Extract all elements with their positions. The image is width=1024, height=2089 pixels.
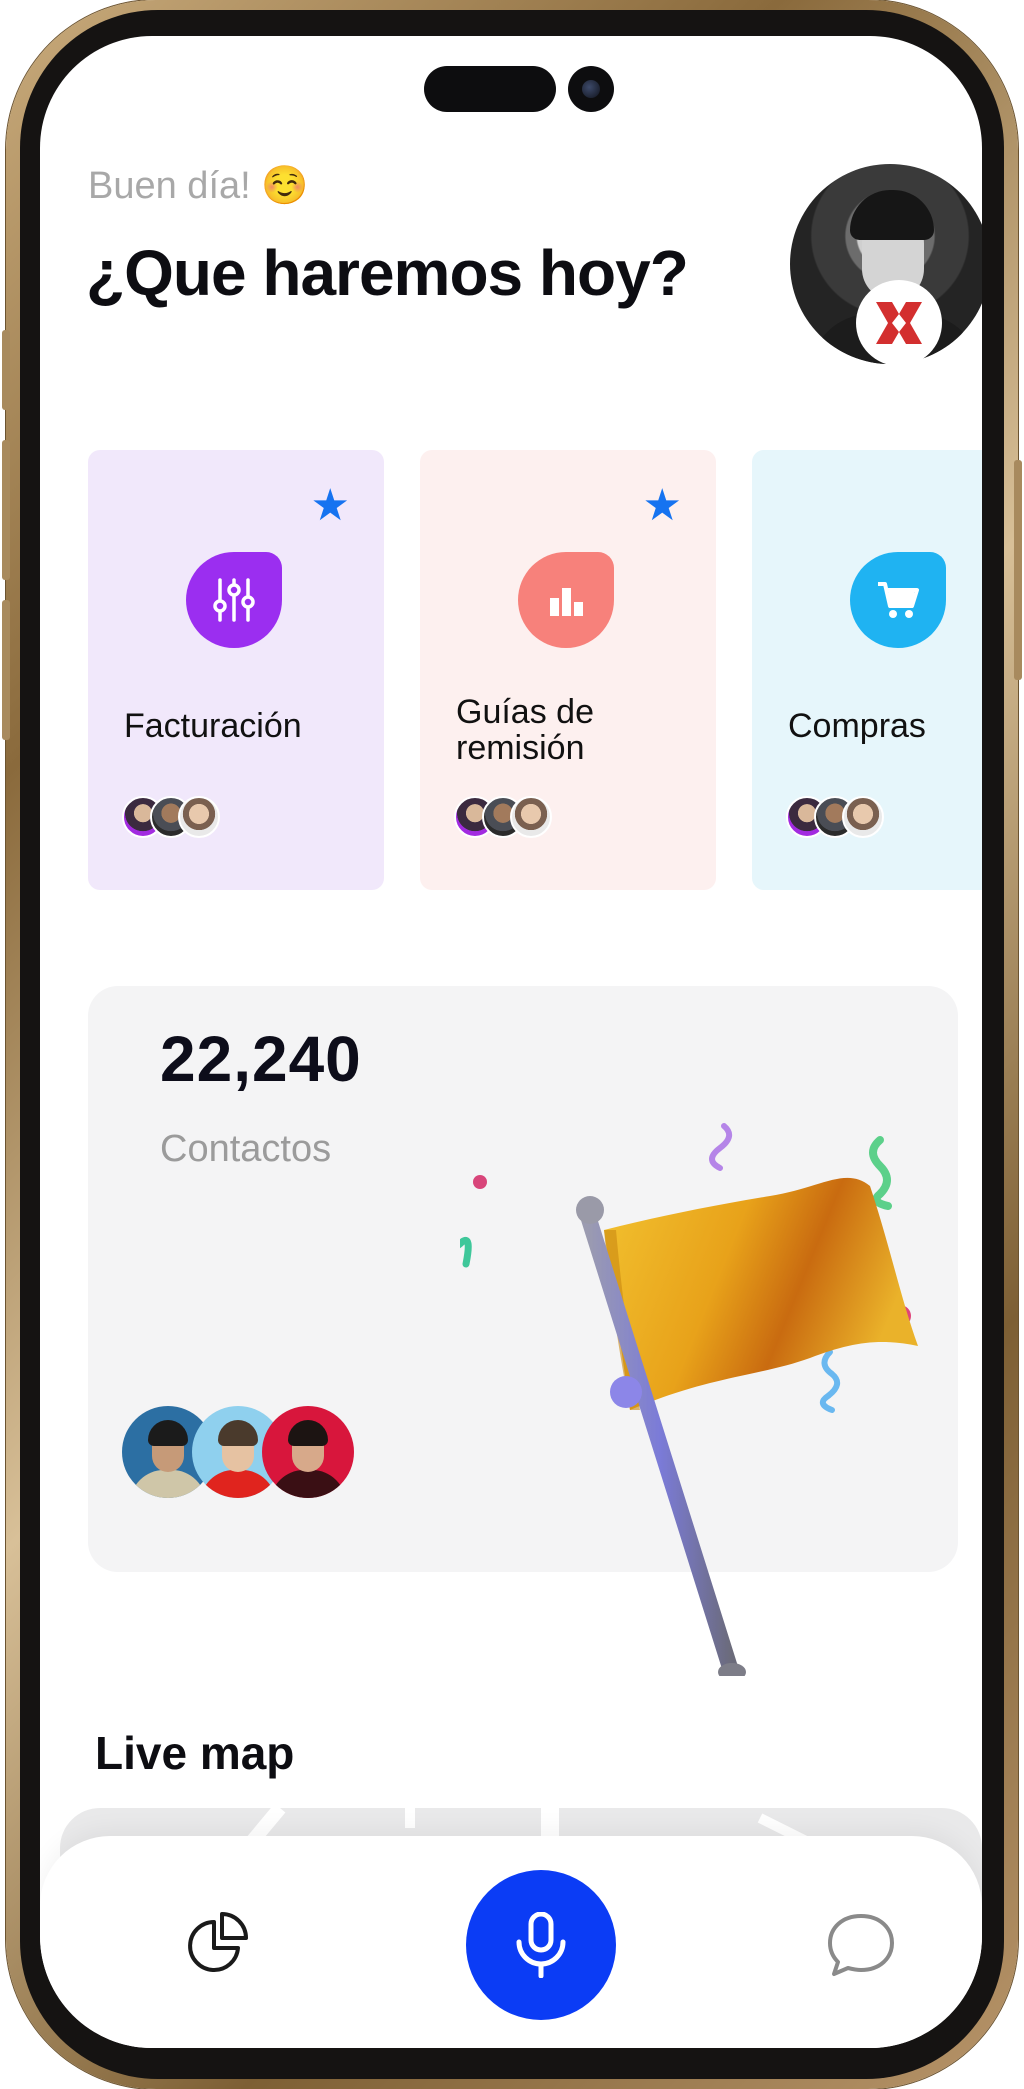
module-card-guias-remision[interactable]: ★ Guías de remisión [420, 450, 716, 890]
volume-down-button [2, 600, 10, 740]
greeting-text: Buen día! ☺️ [88, 165, 309, 207]
module-label: Guías de remisión [456, 693, 594, 767]
power-button [1014, 460, 1022, 680]
bar-chart-icon [518, 552, 614, 648]
mute-switch [2, 330, 10, 410]
volume-up-button [2, 440, 10, 580]
app-screen: Buen día! ☺️ ¿Que haremos hoy? ★ Factura… [40, 36, 982, 2048]
contacts-label: Contactos [160, 1128, 332, 1170]
module-card-compras[interactable]: ★ Compras [752, 450, 982, 890]
live-map-title: Live map [95, 1727, 295, 1779]
dynamic-island [424, 66, 556, 112]
module-label: Compras [788, 707, 926, 745]
page-title: ¿Que haremos hoy? [86, 237, 689, 309]
contacts-count: 22,240 [160, 1023, 362, 1095]
flag-illustration [460, 1123, 918, 1676]
module-card-facturacion[interactable]: ★ Facturación [88, 450, 384, 890]
company-logo-icon [856, 280, 942, 366]
contact-avatar [262, 1406, 354, 1498]
pie-chart-icon[interactable] [184, 1908, 254, 1978]
contacts-avatar-group [122, 1406, 354, 1498]
sliders-icon [186, 552, 282, 648]
module-label: Facturación [124, 707, 302, 745]
chat-bubble-icon[interactable] [826, 1910, 896, 1980]
favorite-star-icon[interactable]: ★ [643, 484, 682, 528]
cart-icon [850, 552, 946, 648]
microphone-icon [516, 1912, 566, 1978]
microphone-button[interactable] [466, 1870, 616, 2020]
front-camera [568, 66, 614, 112]
favorite-star-icon[interactable]: ★ [311, 484, 350, 528]
